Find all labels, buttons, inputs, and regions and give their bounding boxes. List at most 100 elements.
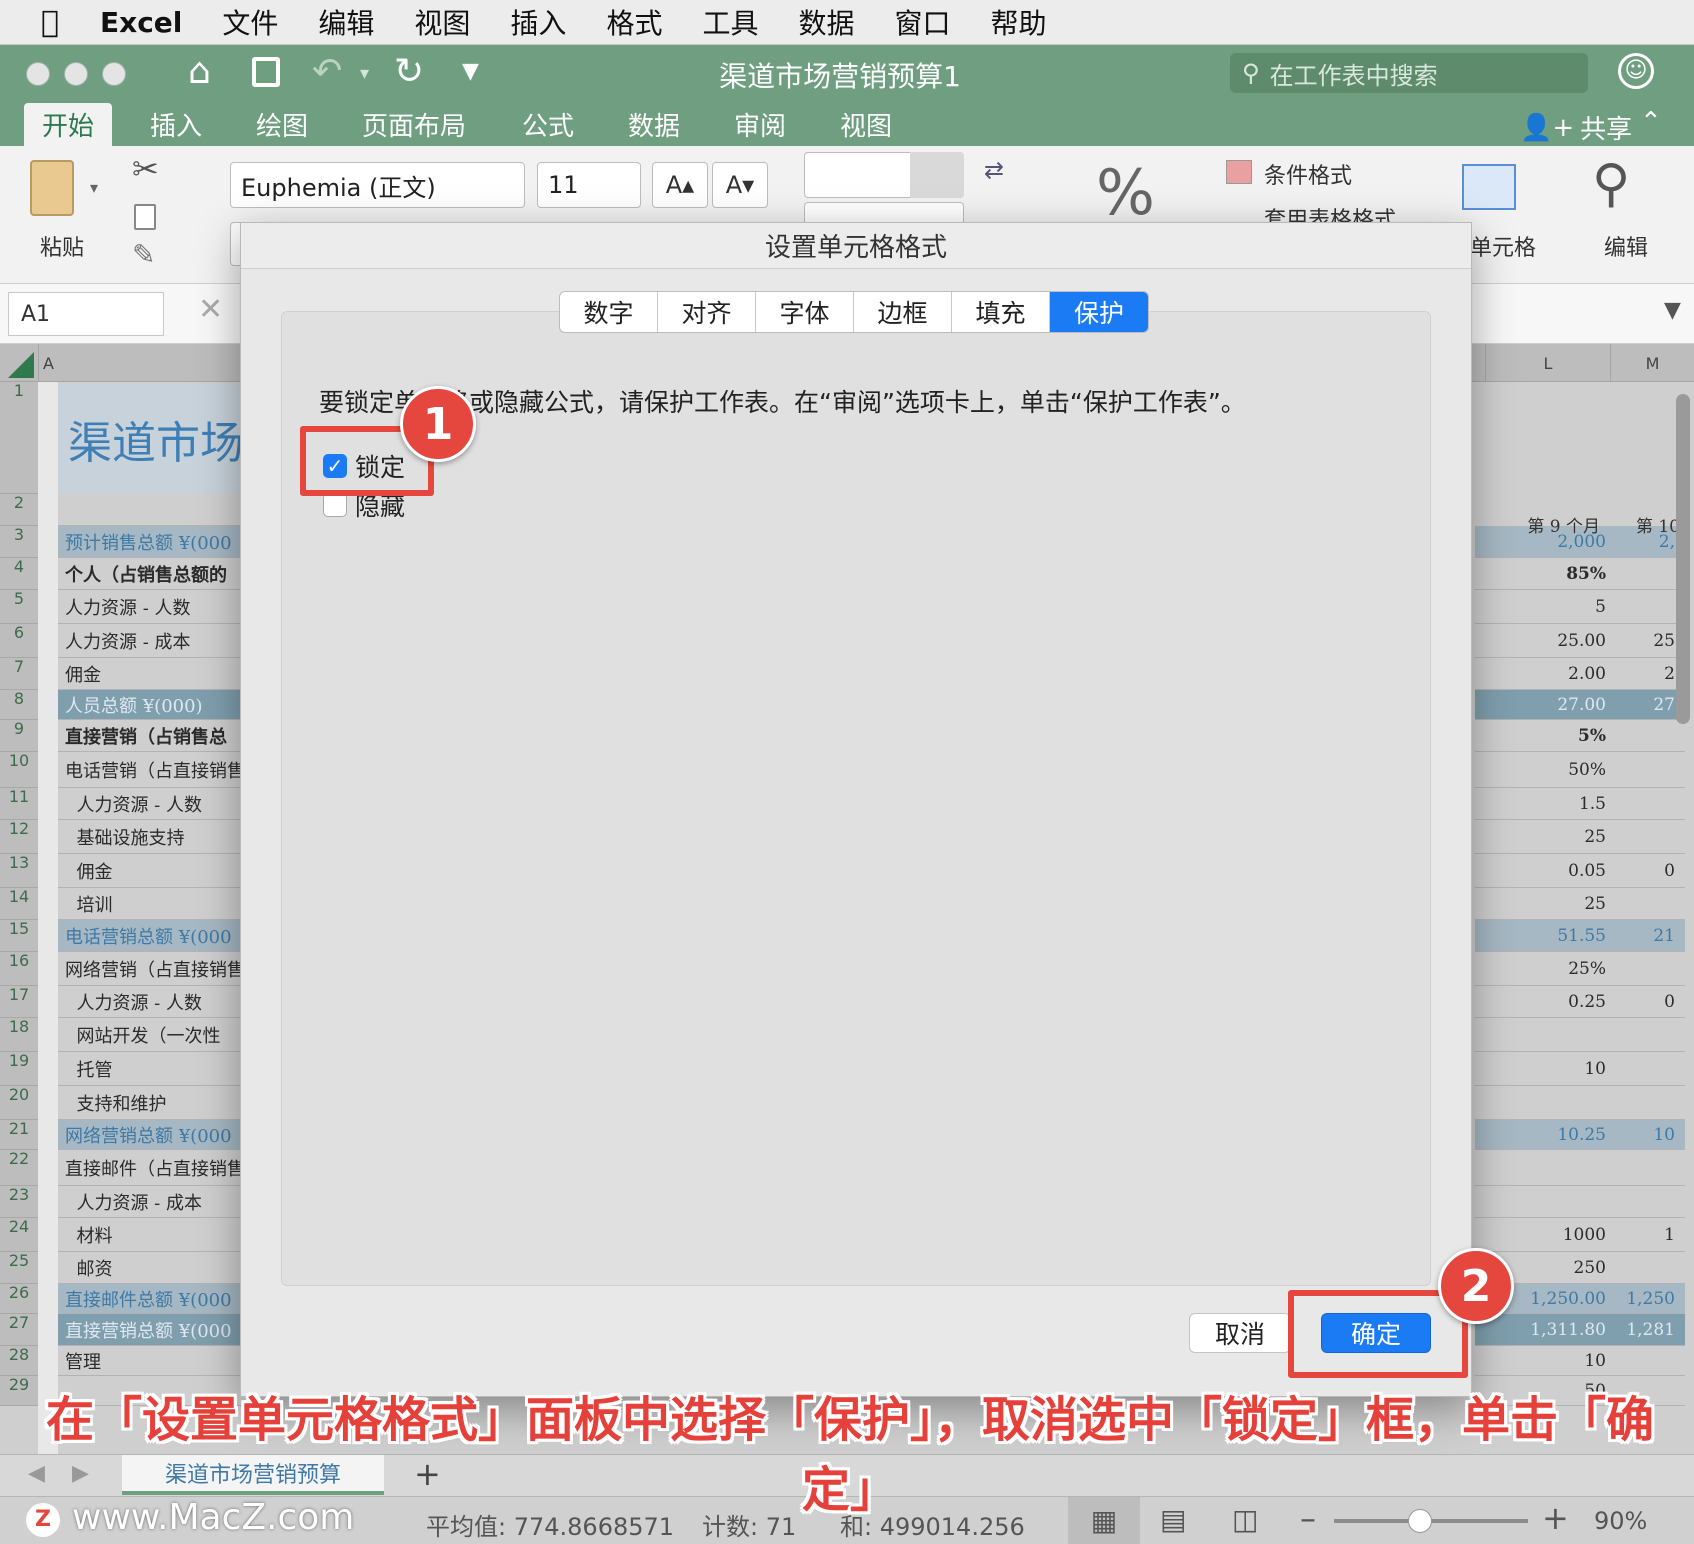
- menu-data[interactable]: 数据: [798, 2, 854, 42]
- tab-data[interactable]: 数据: [610, 103, 698, 146]
- cell-month10[interactable]: 1,250: [1610, 1289, 1675, 1309]
- cell-a[interactable]: 人力资源 - 人数: [58, 788, 243, 820]
- undo-dropdown-icon[interactable]: ▾: [360, 63, 369, 84]
- menu-view[interactable]: 视图: [414, 2, 470, 42]
- paste-dropdown-icon[interactable]: ▾: [90, 178, 98, 197]
- cell-month9[interactable]: 50%: [1475, 760, 1610, 780]
- cell-a[interactable]: 人力资源 - 成本: [58, 624, 243, 658]
- column-header-l[interactable]: L: [1485, 344, 1610, 382]
- expand-formula-icon[interactable]: ▼: [1664, 298, 1681, 323]
- cell-month9[interactable]: 1,311.80: [1475, 1320, 1610, 1340]
- customize-toolbar-icon[interactable]: ▼: [462, 59, 479, 84]
- home-icon[interactable]: ⌂: [188, 51, 211, 92]
- cell-a[interactable]: 材料: [58, 1218, 243, 1252]
- cell-month9[interactable]: 25: [1475, 894, 1610, 914]
- zoom-window-button[interactable]: [102, 62, 126, 86]
- cell-a[interactable]: 基础设施支持: [58, 820, 243, 854]
- sheet-title-cell[interactable]: 渠道市场: [58, 384, 248, 494]
- cell-a[interactable]: 管理: [58, 1346, 243, 1376]
- cell-a[interactable]: 托管: [58, 1052, 243, 1086]
- cell-month9[interactable]: 27.00: [1475, 695, 1610, 715]
- cell-month9[interactable]: 5%: [1475, 726, 1610, 746]
- row-header[interactable]: 1: [0, 381, 38, 494]
- redo-icon[interactable]: ↻: [394, 51, 424, 92]
- cell-month9[interactable]: 10.25: [1475, 1125, 1610, 1145]
- tab-draw[interactable]: 绘图: [238, 103, 326, 146]
- cells-icon[interactable]: [1462, 164, 1516, 210]
- cell-a[interactable]: 邮资: [58, 1252, 243, 1284]
- menu-edit[interactable]: 编辑: [318, 2, 374, 42]
- tab-formulas[interactable]: 公式: [504, 103, 592, 146]
- cell-month9[interactable]: 25: [1475, 827, 1610, 847]
- cell-a[interactable]: 网络营销（占直接销售: [58, 952, 243, 986]
- menu-help[interactable]: 帮助: [991, 2, 1047, 42]
- cell-month10[interactable]: 1,281: [1610, 1320, 1675, 1340]
- wrap-text-icon[interactable]: ⇄: [984, 156, 1004, 184]
- conditional-format-icon[interactable]: [1226, 160, 1252, 184]
- cell-a[interactable]: 电话营销（占直接销售: [58, 752, 243, 788]
- cell-a[interactable]: 培训: [58, 888, 243, 920]
- cell-a[interactable]: 电话营销总额 ¥(000: [58, 920, 243, 952]
- cell-a[interactable]: 人力资源 - 人数: [58, 986, 243, 1018]
- cell-month9[interactable]: 25%: [1475, 959, 1610, 979]
- cell-a[interactable]: 直接营销（占销售总: [58, 720, 243, 752]
- tab-insert[interactable]: 插入: [132, 103, 220, 146]
- minimize-window-button[interactable]: [64, 62, 88, 86]
- cell-month10[interactable]: 0: [1610, 861, 1675, 881]
- hidden-checkbox[interactable]: [323, 493, 347, 517]
- menu-app-name[interactable]: Excel: [100, 6, 182, 39]
- cell-a[interactable]: 人员总额 ¥(000): [58, 690, 243, 720]
- tab-view[interactable]: 视图: [822, 103, 910, 146]
- font-size-combo[interactable]: 11: [537, 162, 641, 208]
- increase-font-icon[interactable]: A▴: [652, 162, 708, 208]
- undo-icon[interactable]: ↶: [312, 51, 342, 92]
- format-painter-icon[interactable]: ✎: [132, 238, 155, 271]
- sheet-search-input[interactable]: ⚲ 在工作表中搜索: [1230, 53, 1588, 93]
- collapse-ribbon-icon[interactable]: ⌃: [1640, 107, 1662, 137]
- tab-number[interactable]: 数字: [560, 292, 658, 332]
- tab-home[interactable]: 开始: [24, 103, 113, 146]
- name-box[interactable]: A1: [8, 292, 164, 336]
- cell-month9[interactable]: 0.05: [1475, 861, 1610, 881]
- cell-month9[interactable]: 51.55: [1475, 926, 1610, 946]
- save-icon[interactable]: [252, 57, 280, 87]
- tab-border[interactable]: 边框: [854, 292, 952, 332]
- percent-format-icon[interactable]: %: [1096, 156, 1155, 229]
- cell-month10[interactable]: 2: [1610, 664, 1675, 684]
- tab-alignment[interactable]: 对齐: [658, 292, 756, 332]
- menu-tools[interactable]: 工具: [702, 2, 758, 42]
- conditional-format-label[interactable]: 条件格式: [1264, 158, 1352, 190]
- cell-a[interactable]: [58, 494, 243, 526]
- column-header-m[interactable]: M: [1610, 344, 1694, 382]
- share-button[interactable]: 👤+ 共享: [1520, 109, 1632, 146]
- cell-month9[interactable]: 25.00: [1475, 631, 1610, 651]
- menu-window[interactable]: 窗口: [894, 2, 950, 42]
- tab-fill[interactable]: 填充: [952, 292, 1050, 332]
- cell-a[interactable]: 支持和维护: [58, 1086, 243, 1120]
- cell-month10[interactable]: 0: [1610, 992, 1675, 1012]
- cell-a[interactable]: 个人（占销售总额的: [58, 558, 243, 590]
- cell-month9[interactable]: 1000: [1475, 1225, 1610, 1245]
- cancel-entry-icon[interactable]: ✕: [198, 292, 223, 327]
- align-bottom-icon[interactable]: [910, 152, 964, 198]
- cell-a[interactable]: 佣金: [58, 854, 243, 888]
- close-window-button[interactable]: [26, 62, 50, 86]
- cell-month9[interactable]: 2.00: [1475, 664, 1610, 684]
- cell-month9[interactable]: 1.5: [1475, 794, 1610, 814]
- apple-icon[interactable]: : [0, 5, 100, 40]
- menu-insert[interactable]: 插入: [510, 2, 566, 42]
- cell-a[interactable]: 人力资源 - 成本: [58, 1186, 243, 1218]
- column-header-a[interactable]: A: [38, 344, 58, 382]
- cell-month10[interactable]: 27: [1610, 695, 1675, 715]
- cell-a[interactable]: 直接邮件（占直接销售: [58, 1150, 243, 1186]
- cell-month10[interactable]: 10: [1610, 1125, 1675, 1145]
- cell-month9[interactable]: 85%: [1475, 564, 1610, 584]
- cell-month9[interactable]: 0.25: [1475, 992, 1610, 1012]
- cell-a[interactable]: 网站开发（一次性: [58, 1018, 243, 1052]
- cell-a[interactable]: 人力资源 - 人数: [58, 590, 243, 624]
- decrease-font-icon[interactable]: A▾: [712, 162, 768, 208]
- cell-a[interactable]: 直接邮件总额 ¥(000: [58, 1284, 243, 1314]
- tab-font[interactable]: 字体: [756, 292, 854, 332]
- font-name-combo[interactable]: Euphemia (正文): [230, 162, 525, 208]
- tab-page-layout[interactable]: 页面布局: [344, 103, 484, 146]
